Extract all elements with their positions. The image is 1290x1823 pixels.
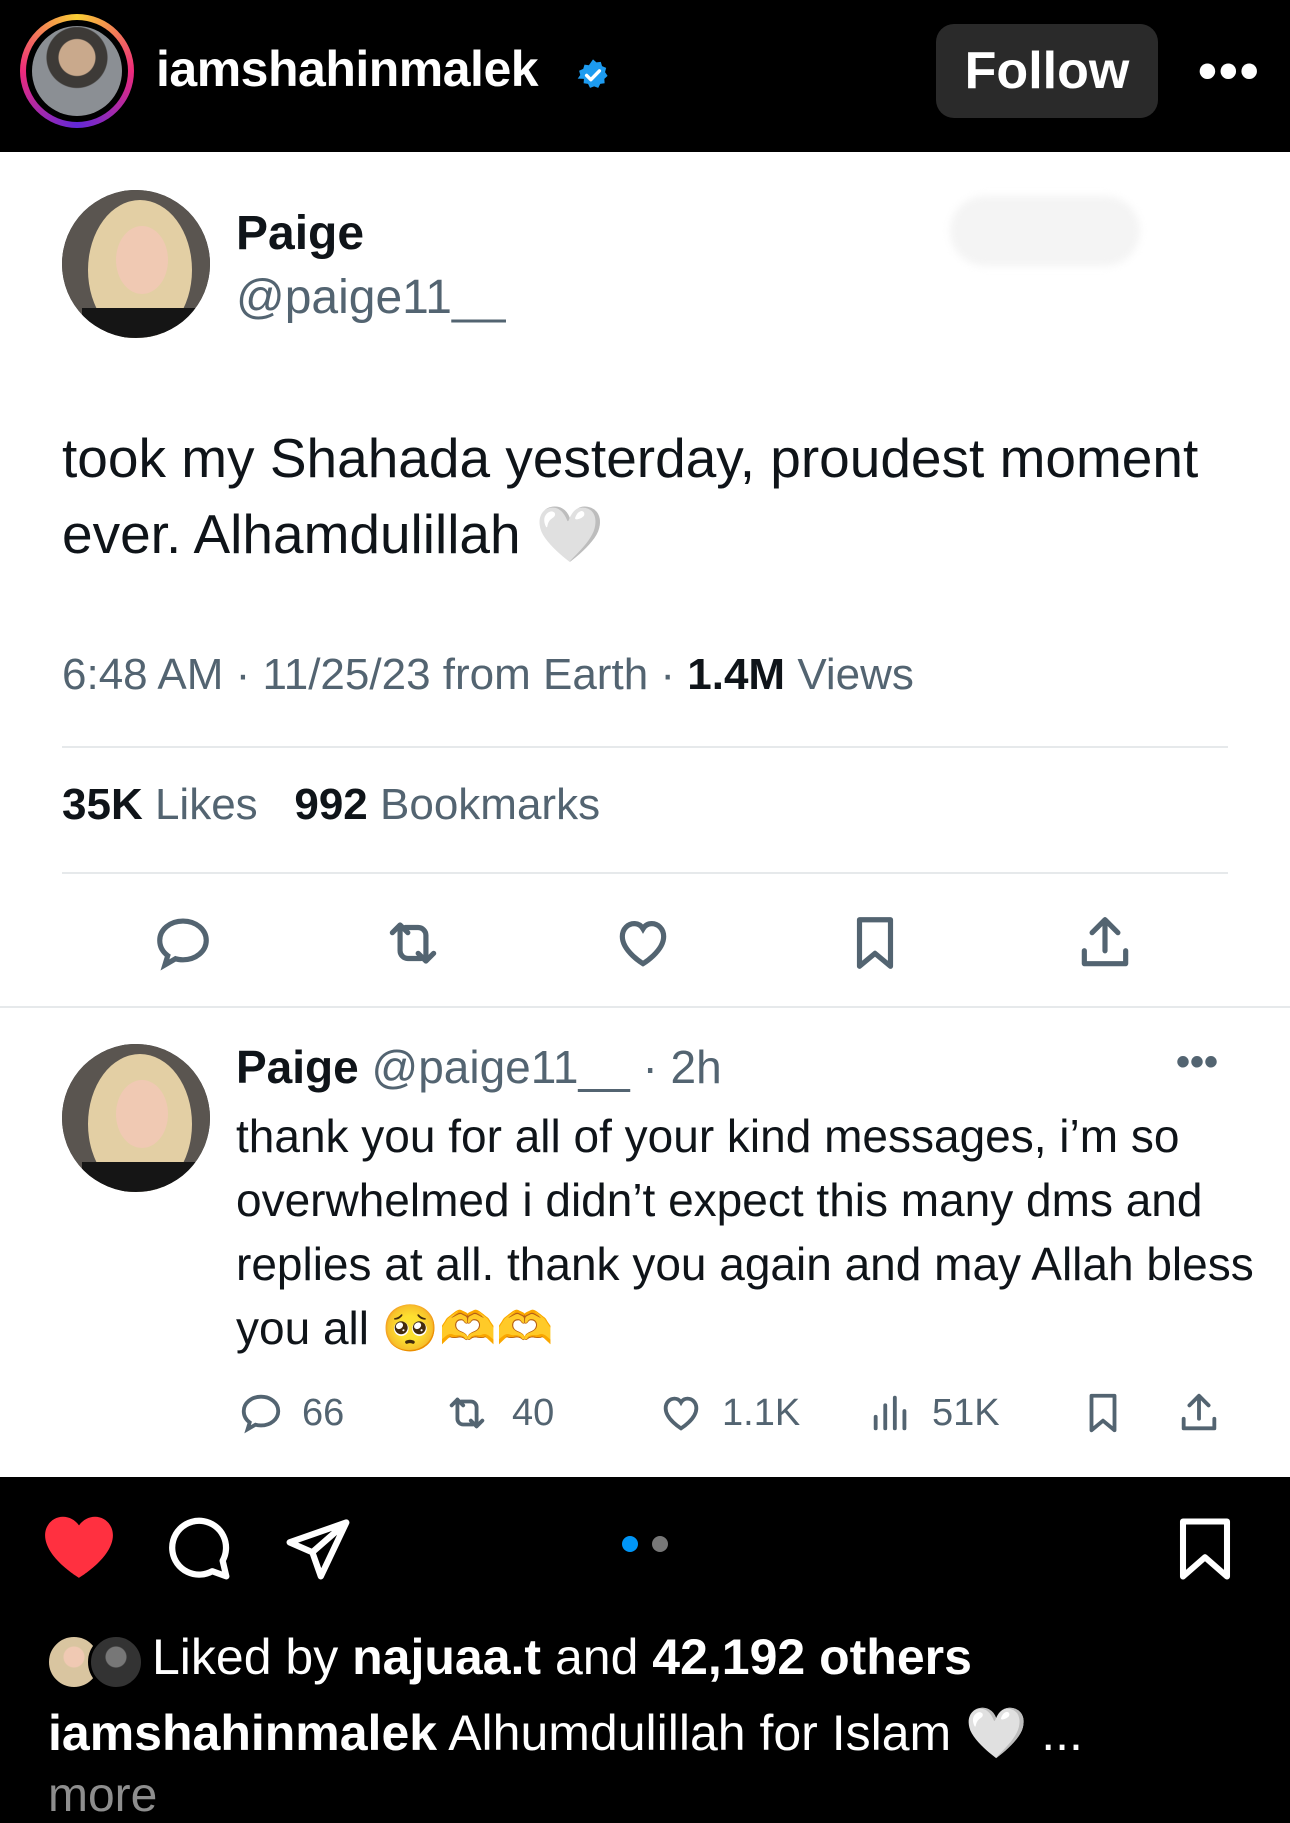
tweet-author-avatar bbox=[62, 190, 210, 338]
reply-bookmark-icon bbox=[1089, 1393, 1117, 1433]
carousel-dot bbox=[652, 1536, 668, 1552]
reply-text: thank you for all of your kind messages,… bbox=[236, 1110, 1254, 1354]
reply-header: Paige @paige11__ · 2h bbox=[236, 1040, 722, 1094]
share-icon bbox=[1081, 917, 1129, 967]
retweet-icon bbox=[389, 922, 437, 964]
bookmarks-count: 992 bbox=[294, 780, 368, 829]
likes-count: 35K bbox=[62, 780, 143, 829]
more-options-button[interactable]: ••• bbox=[1198, 40, 1261, 102]
carousel-dot-active bbox=[622, 1536, 638, 1552]
save-icon[interactable] bbox=[1172, 1514, 1238, 1584]
liked-by-user[interactable]: najuaa.t bbox=[352, 1629, 541, 1685]
avatar[interactable] bbox=[32, 26, 122, 116]
follow-button[interactable]: Follow bbox=[936, 24, 1158, 118]
tweet-text: took my Shahada yesterday, proudest mome… bbox=[62, 427, 1199, 565]
views-count: 1.4M bbox=[687, 650, 786, 699]
verified-badge-icon bbox=[577, 59, 608, 88]
bookmarks-label: Bookmarks bbox=[367, 780, 601, 829]
tweet-author-handle: @paige11__ bbox=[236, 271, 506, 324]
liked-by-others[interactable]: 42,192 others bbox=[652, 1629, 972, 1685]
reply-author-avatar bbox=[62, 1044, 210, 1192]
reply-views-icon bbox=[873, 1395, 907, 1431]
post-caption: iamshahinmalek Alhumdulillah for Islam 🤍… bbox=[48, 1704, 1083, 1763]
liked-by-mid: and bbox=[541, 1629, 653, 1685]
reply-meta: @paige11__ · 2h bbox=[358, 1041, 722, 1093]
bookmark-icon bbox=[856, 917, 894, 969]
liked-by-prefix: Liked by bbox=[152, 1629, 353, 1685]
divider bbox=[0, 1006, 1290, 1008]
reply-retweet-icon bbox=[449, 1397, 485, 1429]
caption-more-link[interactable]: more bbox=[48, 1768, 157, 1823]
like-icon bbox=[619, 921, 667, 967]
divider bbox=[62, 746, 1228, 748]
post-username[interactable]: iamshahinmalek bbox=[156, 40, 539, 98]
divider bbox=[62, 872, 1228, 874]
reply-comment-count: 66 bbox=[302, 1392, 345, 1434]
tweet-author-name: Paige bbox=[236, 207, 365, 260]
reply-more-icon: ••• bbox=[1176, 1040, 1219, 1084]
tweet-stats: 35K Likes 992 Bookmarks bbox=[62, 780, 600, 830]
liker-avatar bbox=[88, 1634, 144, 1690]
reply-retweet-count: 40 bbox=[512, 1392, 555, 1434]
likes-label: Likes bbox=[142, 780, 258, 829]
reply-views-count: 51K bbox=[932, 1392, 1000, 1434]
blurred-follow-button bbox=[950, 196, 1140, 266]
reply-share-icon bbox=[1181, 1393, 1217, 1431]
views-label: Views bbox=[785, 650, 914, 699]
tweet-meta: 6:48 AM · 11/25/23 from Earth · 1.4M Vie… bbox=[62, 650, 914, 700]
reply-comment-icon bbox=[241, 1394, 281, 1434]
reply-author-name: Paige bbox=[236, 1041, 359, 1093]
heart-liked-icon[interactable] bbox=[42, 1512, 116, 1582]
liked-by: Liked by najuaa.t and 42,192 others bbox=[152, 1628, 972, 1686]
comment-icon[interactable] bbox=[164, 1514, 232, 1582]
caption-username[interactable]: iamshahinmalek bbox=[48, 1705, 437, 1761]
reply-like-icon bbox=[663, 1396, 699, 1431]
tweet-timestamp: 6:48 AM · 11/25/23 from Earth · bbox=[62, 650, 688, 699]
reply-like-count: 1.1K bbox=[722, 1392, 801, 1434]
caption-text: Alhumdulillah for Islam 🤍 ... bbox=[437, 1705, 1083, 1761]
reply-icon bbox=[157, 918, 209, 971]
share-send-icon[interactable] bbox=[284, 1514, 352, 1582]
